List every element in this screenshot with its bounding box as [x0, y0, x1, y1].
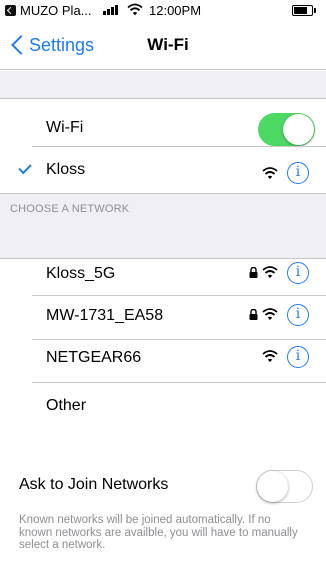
- ask-to-join-label: Ask to Join Networks: [19, 476, 169, 493]
- status-bar: MUZO Pla... 12:00PM: [0, 0, 326, 22]
- network-row-mw-1731[interactable]: MW-1731_EA58 i: [0, 295, 326, 347]
- network-row-other[interactable]: Other: [0, 382, 326, 435]
- info-icon[interactable]: i: [287, 346, 309, 368]
- wifi-signal-icon: [262, 350, 278, 362]
- row-separator: [32, 146, 326, 147]
- ask-to-join-toggle[interactable]: [256, 470, 313, 503]
- row-separator: [32, 295, 326, 296]
- wifi-toggle-row: Wi-Fi: [0, 100, 326, 146]
- info-icon[interactable]: i: [287, 262, 309, 284]
- group-spacer: [0, 71, 326, 99]
- page-title: Wi-Fi: [147, 35, 189, 54]
- battery-icon: [292, 5, 313, 16]
- checkmark-icon: [18, 160, 32, 175]
- wifi-settings-screen: MUZO Pla... 12:00PM Settings Wi-Fi Wi-Fi…: [0, 0, 326, 578]
- network-name: MW-1731_EA58: [46, 307, 164, 324]
- status-time: 12:00PM: [149, 3, 202, 18]
- navigation-bar: Settings Wi-Fi: [0, 22, 326, 70]
- status-app-name[interactable]: MUZO Pla...: [20, 3, 92, 18]
- lock-icon: [249, 309, 258, 320]
- network-row-kloss-5g[interactable]: Kloss_5G i: [0, 259, 326, 303]
- network-name: Kloss_5G: [46, 265, 116, 282]
- connected-network-name: Kloss: [46, 161, 86, 178]
- wifi-signal-icon: [262, 308, 278, 320]
- network-row-netgear66[interactable]: NETGEAR66 i: [0, 339, 326, 391]
- cellular-signal-icon: [103, 3, 123, 15]
- ask-to-join-footnote: Known networks will be joined automatica…: [19, 514, 298, 551]
- wifi-signal-icon: [262, 167, 278, 179]
- lock-icon: [249, 267, 258, 278]
- row-separator: [32, 382, 326, 383]
- info-icon[interactable]: i: [287, 304, 309, 326]
- other-network-label: Other: [46, 397, 87, 414]
- row-separator: [32, 339, 326, 340]
- wifi-toggle-switch[interactable]: [258, 113, 315, 146]
- back-to-app-icon[interactable]: [5, 5, 16, 16]
- wifi-signal-icon: [262, 266, 278, 278]
- network-name: NETGEAR66: [46, 349, 142, 366]
- connected-network-row[interactable]: Kloss i: [0, 146, 326, 193]
- wifi-toggle-label: Wi-Fi: [46, 119, 84, 136]
- status-wifi-icon: [127, 3, 143, 16]
- toggle-knob: [283, 114, 314, 145]
- battery-tip: [314, 8, 316, 13]
- toggle-knob: [257, 471, 288, 502]
- info-icon[interactable]: i: [287, 162, 309, 184]
- section-header-choose-network: CHOOSE A NETWORK: [10, 203, 130, 215]
